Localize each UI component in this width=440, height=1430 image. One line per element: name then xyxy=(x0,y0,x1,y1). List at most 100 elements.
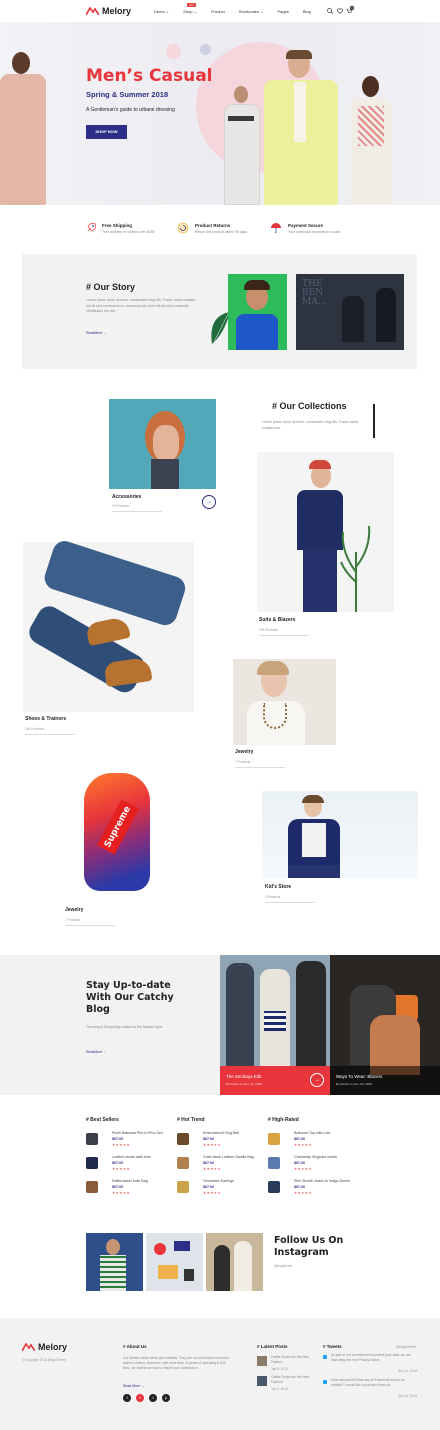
product-name[interactable]: Color block Leather Saddle Bag xyxy=(203,1155,254,1159)
blog-post-caption-2[interactable]: Ways To Wear: Blazers By Admin on Jan, 0… xyxy=(330,1066,440,1095)
post-thumbnail[interactable] xyxy=(257,1376,267,1386)
collection-shoes-image[interactable] xyxy=(23,538,194,712)
arrow-right-icon[interactable]: → xyxy=(310,1073,324,1087)
item xyxy=(174,1241,190,1251)
collection-name[interactable]: Jewelry xyxy=(235,749,253,755)
product-thumbnail[interactable] xyxy=(177,1133,189,1145)
cart-count-badge: 0 xyxy=(350,6,354,10)
nav-pages[interactable]: Pages xyxy=(278,9,289,14)
person-silhouette xyxy=(226,963,254,1083)
instagram-photo-1[interactable] xyxy=(86,1233,143,1291)
collection-name[interactable]: Kid’s Store xyxy=(265,884,291,890)
product-item[interactable]: Buttoned Top with Low $67.00 ★★★★★ xyxy=(268,1131,354,1153)
product-thumbnail[interactable] xyxy=(268,1181,280,1193)
arrow-right-icon[interactable]: → xyxy=(202,495,216,509)
product-name[interactable]: Raffia tassel bolin Bag xyxy=(112,1179,148,1183)
product-item[interactable]: Slim Stretch Jeans in Indigo Denim $67.00… xyxy=(268,1179,354,1201)
product-item[interactable]: Embroidered Clog Belt $67.00 ★★★★★ xyxy=(177,1131,263,1153)
face xyxy=(153,425,179,461)
heart-icon[interactable] xyxy=(337,8,343,14)
person-silhouette xyxy=(214,1245,230,1291)
collections-text: Lorem ipsum dolor sit amet, consectetur … xyxy=(262,420,359,430)
nav-shortcodes[interactable]: Shortcodes ⌄ xyxy=(239,9,264,14)
model-head xyxy=(12,52,30,74)
product-thumbnail[interactable] xyxy=(86,1157,98,1169)
post-thumbnail[interactable] xyxy=(257,1356,267,1366)
footer-logo[interactable]: Melory xyxy=(22,1342,67,1352)
collection-name[interactable]: Accessories xyxy=(112,494,141,500)
collection-count: 150 Products xyxy=(25,727,44,731)
collection-name[interactable]: Shoes & Trainors xyxy=(25,716,66,722)
brand-logo[interactable]: Melory xyxy=(86,6,131,16)
person-silhouette xyxy=(296,961,326,1081)
collections-bar xyxy=(373,404,375,438)
tweet-text: As part of our commitment to protect you… xyxy=(331,1353,411,1362)
product-name[interactable]: Embroidered Clog Belt xyxy=(203,1131,239,1135)
product-name[interactable]: Slim Stretch Jeans in Indigo Denim xyxy=(294,1179,350,1183)
product-column-title: # Hot Trend xyxy=(177,1117,205,1123)
collection-underline xyxy=(259,635,309,636)
collection-name[interactable]: Jewelry xyxy=(65,907,83,913)
product-thumbnail[interactable] xyxy=(177,1181,189,1193)
instagram-photo-3[interactable] xyxy=(206,1233,263,1291)
rocket-icon xyxy=(87,223,96,232)
collection-name[interactable]: Suits & Blazers xyxy=(259,617,295,623)
item xyxy=(184,1269,194,1281)
product-item[interactable]: Geometric Earrings $67.00 ★★★★★ xyxy=(177,1179,263,1201)
product-thumbnail[interactable] xyxy=(268,1157,280,1169)
product-thumbnail[interactable] xyxy=(86,1133,98,1145)
nav-demo[interactable]: Demo ⌄ xyxy=(154,9,169,14)
post-title[interactable]: Outfits Tricks Are the New Fashion xyxy=(271,1355,319,1365)
kid-pants xyxy=(288,865,340,878)
product-thumbnail[interactable] xyxy=(268,1133,280,1145)
product-item[interactable]: Leather shorts dark blue $67.00 ★★★★★ xyxy=(86,1155,172,1177)
blog-readmore-link[interactable]: ReadMore → xyxy=(86,1050,107,1054)
twitter-icon[interactable]: t xyxy=(136,1394,144,1402)
collection-jacket-image[interactable]: Supreme xyxy=(62,767,171,900)
story-readmore-link[interactable]: ReadMore → xyxy=(86,331,107,335)
product-item[interactable]: Chambray Gingham shorts $67.00 ★★★★★ xyxy=(268,1155,354,1177)
product-item[interactable]: Plush Batmoss Pho to iPho Zen $67.00 ★★★★★ xyxy=(86,1131,172,1153)
collection-count: 281 Products xyxy=(259,628,278,632)
tweets-handle[interactable]: @blogotheme xyxy=(396,1345,416,1349)
blog-title: Stay Up-to-date With Our Catchy Blog xyxy=(86,980,174,1015)
site-header: Melory Demo ⌄ Hot Shop ⌄ Product Shortcod… xyxy=(0,0,440,22)
collection-suits-image[interactable] xyxy=(257,452,394,612)
instagram-handle[interactable]: @blogtheme xyxy=(274,1264,292,1268)
product-thumbnail[interactable] xyxy=(177,1157,189,1169)
product-item[interactable]: Color block Leather Saddle Bag $67.00 ★★★★… xyxy=(177,1155,263,1177)
collection-count: 7 Products xyxy=(235,760,251,764)
nav-label: Demo xyxy=(154,9,165,14)
product-name[interactable]: Geometric Earrings xyxy=(203,1179,234,1183)
search-icon[interactable] xyxy=(327,8,333,14)
product-item[interactable]: Raffia tassel bolin Bag $67.00 ★★★★★ xyxy=(86,1179,172,1201)
hero-dot xyxy=(200,44,211,55)
blog-post-title: The Zendaya Edit xyxy=(226,1074,262,1079)
blog-post-caption-1[interactable]: The Zendaya Edit By Admin on Jan, 04, 20… xyxy=(220,1066,330,1095)
nav-shop[interactable]: Hot Shop ⌄ xyxy=(183,3,197,14)
nav-product[interactable]: Product xyxy=(211,9,225,14)
tweet-date: Sep 14, 2018 xyxy=(398,1369,417,1373)
collection-kids-image[interactable] xyxy=(262,791,418,878)
product-thumbnail[interactable] xyxy=(86,1181,98,1193)
hero-model-main xyxy=(264,50,338,205)
shop-now-button[interactable]: SHOP NOW xyxy=(86,125,127,139)
trousers xyxy=(303,548,337,612)
nav-blog[interactable]: Blog xyxy=(303,9,311,14)
product-name[interactable]: Leather shorts dark blue xyxy=(112,1155,151,1159)
product-name[interactable]: Buttoned Top with Low xyxy=(294,1131,330,1135)
brand-name: Melory xyxy=(38,1342,68,1352)
collection-jewelry-image[interactable] xyxy=(233,659,336,745)
post-title[interactable]: Outfits Tricks Are the New Fashion xyxy=(271,1375,319,1385)
about-readmore-link[interactable]: Read More → xyxy=(123,1384,145,1388)
tumblr-icon[interactable]: t xyxy=(149,1394,157,1402)
product-name[interactable]: Plush Batmoss Pho to iPho Zen xyxy=(112,1131,163,1135)
instagram-photo-2[interactable] xyxy=(146,1233,203,1291)
facebook-icon[interactable]: f xyxy=(123,1394,131,1402)
collection-accessories-image[interactable] xyxy=(109,399,216,489)
pinterest-icon[interactable]: p xyxy=(162,1394,170,1402)
rating-stars: ★★★★★ xyxy=(294,1191,313,1195)
rating-stars: ★★★★★ xyxy=(112,1191,131,1195)
product-name[interactable]: Chambray Gingham shorts xyxy=(294,1155,337,1159)
hair xyxy=(257,661,289,675)
